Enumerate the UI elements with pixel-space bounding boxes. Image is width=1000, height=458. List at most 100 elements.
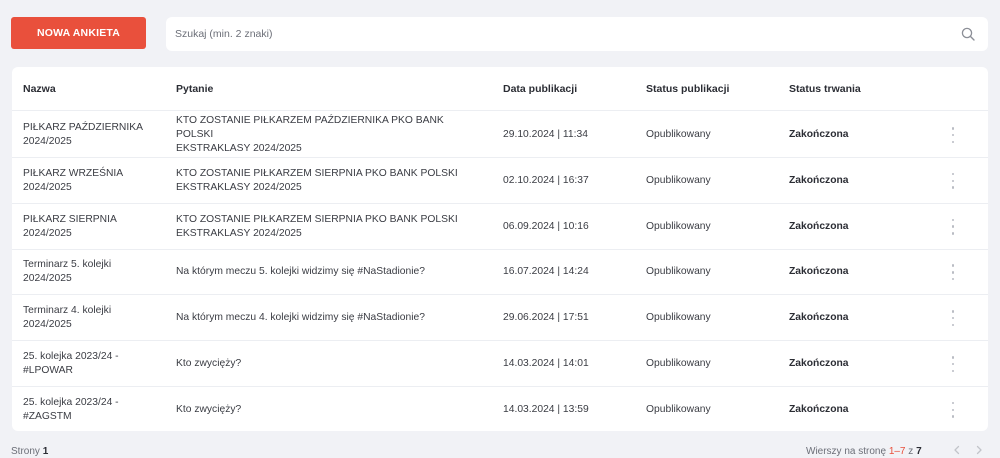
cell-question-line: Na którym meczu 5. kolejki widzimy się #… bbox=[176, 266, 425, 278]
pages-value: 1 bbox=[42, 446, 49, 457]
more-actions-icon[interactable] bbox=[946, 401, 960, 418]
more-actions-icon[interactable] bbox=[946, 172, 960, 189]
cell-publish-date: 14.03.2024 | 13:59 bbox=[503, 387, 633, 433]
cell-publish-date: 06.09.2024 | 10:16 bbox=[503, 204, 633, 250]
table-row[interactable]: Terminarz 4. kolejki 2024/2025 Na którym m… bbox=[12, 295, 988, 342]
cell-name: PIŁKARZ WRZEŚNIA 2024/2025 bbox=[23, 158, 163, 204]
cell-name-line: PIŁKARZ PAŹDZIERNIKA bbox=[23, 122, 143, 133]
cell-question: KTO ZOSTANIE PIŁKARZEM PAŹDZIERNIKA PKO … bbox=[176, 112, 466, 158]
cell-duration-status-line: Zakończona bbox=[789, 312, 849, 324]
more-actions-icon[interactable] bbox=[946, 264, 960, 281]
cell-publish-status: Opublikowany bbox=[646, 158, 776, 204]
rows-per-page-info: Wierszy na stronę 1–7 z 7 bbox=[806, 446, 922, 457]
column-header-duration-status[interactable]: Status trwania bbox=[789, 83, 861, 95]
cell-question-line: EKSTRAKLASY 2024/2025 bbox=[176, 227, 302, 239]
cell-question-line: KTO ZOSTANIE PIŁKARZEM SIERPNIA PKO BANK… bbox=[176, 213, 458, 225]
cell-publish-date: 02.10.2024 | 16:37 bbox=[503, 158, 633, 204]
cell-publish-date: 29.10.2024 | 11:34 bbox=[503, 112, 633, 158]
search-input[interactable] bbox=[166, 17, 946, 51]
cell-duration-status: Zakończona bbox=[789, 387, 909, 433]
cell-name-line: 25. kolejka 2023/24 - bbox=[23, 351, 119, 362]
cell-name-line: 2024/2025 bbox=[23, 227, 72, 239]
chevron-left-icon[interactable] bbox=[951, 444, 963, 456]
cell-name-line: PIŁKARZ WRZEŚNIA bbox=[23, 167, 124, 179]
table-footer: Strony 1 Wierszy na stronę 1–7 z 7 bbox=[0, 440, 1000, 458]
table-row[interactable]: PIŁKARZ PAŹDZIERNIKA 2024/2025 KTO ZOSTANI… bbox=[12, 112, 988, 158]
column-header-name[interactable]: Nazwa bbox=[23, 83, 56, 95]
cell-name: PIŁKARZ PAŹDZIERNIKA 2024/2025 bbox=[23, 112, 163, 158]
cell-publish-status-line: Opublikowany bbox=[646, 266, 711, 278]
table-row[interactable]: PIŁKARZ SIERPNIA 2024/2025 KTO ZOSTANIE PI… bbox=[12, 204, 988, 250]
more-actions-icon[interactable] bbox=[946, 218, 960, 235]
cell-duration-status: Zakończona bbox=[789, 204, 909, 250]
pages-indicator: Strony 1 bbox=[11, 446, 48, 457]
cell-publish-date-line: 29.06.2024 | 17:51 bbox=[503, 312, 589, 324]
cell-duration-status-line: Zakończona bbox=[789, 174, 849, 186]
column-header-question[interactable]: Pytanie bbox=[176, 83, 213, 95]
cell-question-line: EKSTRAKLASY 2024/2025 bbox=[176, 143, 302, 154]
table-row[interactable]: PIŁKARZ WRZEŚNIA 2024/2025 KTO ZOSTANIE PI… bbox=[12, 158, 988, 204]
cell-question-line: Kto zwycięży? bbox=[176, 403, 242, 415]
cell-publish-date: 29.06.2024 | 17:51 bbox=[503, 295, 633, 341]
cell-duration-status: Zakończona bbox=[789, 341, 909, 387]
cell-question: Na którym meczu 4. kolejki widzimy się #… bbox=[176, 295, 466, 341]
cell-publish-date-line: 14.03.2024 | 13:59 bbox=[503, 403, 589, 415]
column-header-publish-status[interactable]: Status publikacji bbox=[646, 83, 729, 95]
cell-name-line: 2024/2025 bbox=[23, 181, 72, 193]
cell-question-line: KTO ZOSTANIE PIŁKARZEM PAŹDZIERNIKA PKO … bbox=[176, 115, 444, 140]
more-actions-icon[interactable] bbox=[946, 310, 960, 327]
cell-duration-status-line: Zakończona bbox=[789, 403, 849, 415]
cell-publish-status-line: Opublikowany bbox=[646, 174, 711, 186]
cell-name: PIŁKARZ SIERPNIA 2024/2025 bbox=[23, 204, 163, 250]
cell-publish-date-line: 16.07.2024 | 14:24 bbox=[503, 266, 589, 278]
cell-name-line: PIŁKARZ SIERPNIA bbox=[23, 213, 117, 225]
cell-name: Terminarz 5. kolejki 2024/2025 bbox=[23, 249, 163, 295]
cell-publish-status-line: Opublikowany bbox=[646, 403, 711, 415]
cell-question-line: Na którym meczu 4. kolejki widzimy się #… bbox=[176, 312, 425, 324]
toolbar: NOWA ANKIETA bbox=[0, 0, 1000, 60]
cell-name-line: #LPOWAR bbox=[23, 365, 73, 376]
table-row[interactable]: 25. kolejka 2023/24 - #ZAGSTM Kto zwycięży… bbox=[12, 387, 988, 433]
pages-label: Strony bbox=[11, 446, 40, 457]
table-row[interactable]: Terminarz 5. kolejki 2024/2025 Na którym m… bbox=[12, 249, 988, 296]
more-actions-icon[interactable] bbox=[946, 356, 960, 372]
cell-duration-status: Zakończona bbox=[789, 249, 909, 295]
chevron-right-icon[interactable] bbox=[973, 444, 985, 456]
cell-publish-date-line: 14.03.2024 | 14:01 bbox=[503, 358, 589, 369]
cell-duration-status: Zakończona bbox=[789, 158, 909, 204]
cell-question-line: EKSTRAKLASY 2024/2025 bbox=[176, 181, 302, 193]
cell-duration-status-line: Zakończona bbox=[789, 129, 849, 140]
cell-name: 25. kolejka 2023/24 - #LPOWAR bbox=[23, 341, 163, 387]
cell-duration-status-line: Zakończona bbox=[789, 220, 849, 232]
cell-publish-date: 14.03.2024 | 14:01 bbox=[503, 341, 633, 387]
cell-publish-status: Opublikowany bbox=[646, 249, 776, 295]
cell-question: Kto zwycięży? bbox=[176, 341, 466, 387]
cell-publish-status-line: Opublikowany bbox=[646, 312, 711, 324]
cell-question: KTO ZOSTANIE PIŁKARZEM SIERPNIA PKO BANK… bbox=[176, 158, 466, 204]
cell-publish-status: Opublikowany bbox=[646, 112, 776, 158]
cell-publish-status-line: Opublikowany bbox=[646, 129, 711, 140]
more-actions-icon[interactable] bbox=[946, 127, 960, 143]
rows-per-page-label: Wierszy na stronę bbox=[806, 446, 887, 457]
rows-total: 7 bbox=[916, 446, 922, 457]
rows-of-label: z bbox=[908, 446, 914, 457]
cell-publish-date: 16.07.2024 | 14:24 bbox=[503, 249, 633, 295]
cell-publish-status: Opublikowany bbox=[646, 387, 776, 433]
cell-duration-status-line: Zakończona bbox=[789, 358, 849, 369]
cell-publish-status-line: Opublikowany bbox=[646, 358, 711, 369]
cell-question: Na którym meczu 5. kolejki widzimy się #… bbox=[176, 249, 466, 295]
cell-publish-status: Opublikowany bbox=[646, 295, 776, 341]
column-header-publish-date[interactable]: Data publikacji bbox=[503, 83, 577, 95]
cell-name-line: 25. kolejka 2023/24 - bbox=[23, 396, 119, 408]
rows-range[interactable]: 1–7 bbox=[889, 446, 906, 457]
new-survey-button[interactable]: NOWA ANKIETA bbox=[11, 17, 146, 49]
cell-publish-date-line: 02.10.2024 | 16:37 bbox=[503, 174, 589, 186]
cell-name-line: 2024/2025 bbox=[23, 319, 72, 331]
table-row[interactable]: 25. kolejka 2023/24 - #LPOWAR Kto zwycięży… bbox=[12, 341, 988, 387]
cell-name-line: #ZAGSTM bbox=[23, 410, 72, 422]
cell-publish-status: Opublikowany bbox=[646, 341, 776, 387]
cell-publish-status: Opublikowany bbox=[646, 204, 776, 250]
search-box bbox=[166, 17, 988, 51]
surveys-table: Nazwa Pytanie Data publikacji Status pub… bbox=[12, 67, 988, 431]
search-icon[interactable] bbox=[961, 27, 975, 41]
